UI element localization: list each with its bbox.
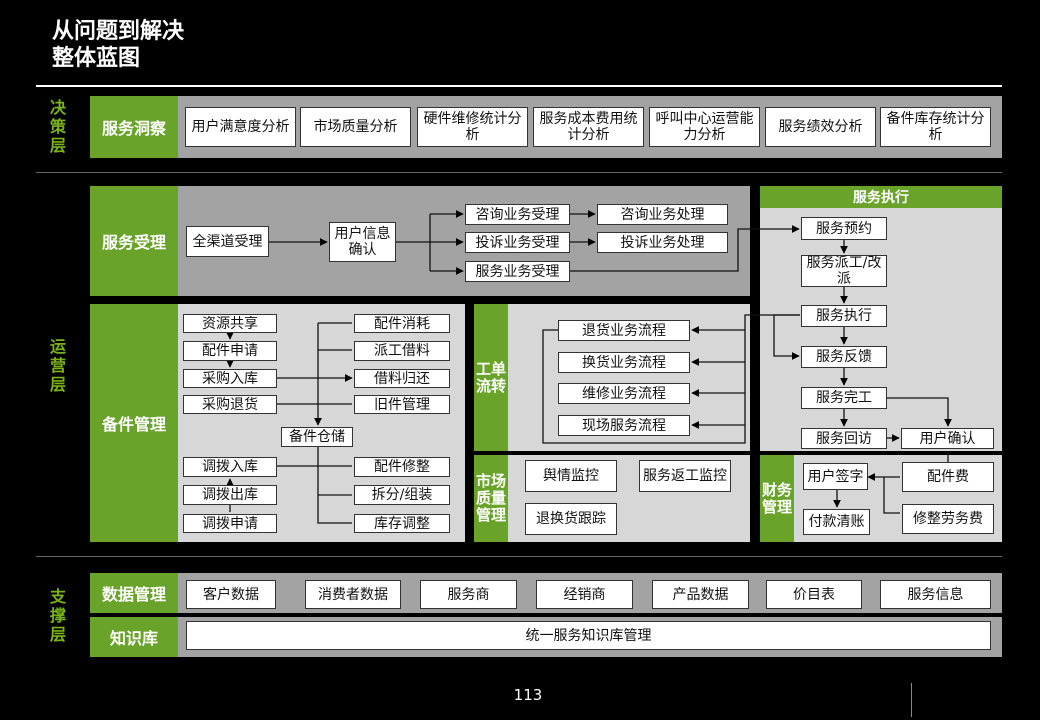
market-item: 服务返工监控 [639,460,731,492]
parts-item: 派工借料 [354,341,450,361]
footer-divider [911,683,912,717]
workorder-item: 现场服务流程 [558,415,690,436]
complaint-handle-box: 投诉业务处理 [597,232,728,253]
parts-item: 调拨入库 [183,457,277,477]
repair-fee-box: 修整劳务费 [902,504,994,534]
parts-item: 旧件管理 [354,395,450,414]
service-accept-box: 服务业务受理 [465,261,570,282]
market-item: 退换货跟踪 [525,503,617,535]
parts-item: 拆分/组装 [354,485,450,505]
data-item: 服务商 [420,580,517,609]
feedback-box: 服务反馈 [801,346,887,368]
parts-item: 库存调整 [354,514,450,533]
data-item: 客户数据 [186,580,276,609]
channel-acceptance-box: 全渠道受理 [186,226,269,257]
parts-item: 调拨出库 [183,485,277,505]
data-item: 服务信息 [880,580,991,609]
workorder-item: 维修业务流程 [558,383,690,404]
consult-accept-box: 咨询业务受理 [465,204,570,225]
dispatch-box: 服务派工/改派 [801,255,887,287]
consult-handle-box: 咨询业务处理 [597,204,728,225]
complete-box: 服务完工 [801,387,887,409]
appointment-box: 服务预约 [801,217,887,240]
market-item: 舆情监控 [525,460,617,492]
payment-box: 付款清账 [803,509,870,535]
workorder-item: 换货业务流程 [558,352,690,373]
complaint-accept-box: 投诉业务受理 [465,232,570,253]
knowledge-item: 统一服务知识库管理 [186,621,991,650]
parts-item: 采购退货 [183,395,277,414]
revisit-box: 服务回访 [801,428,887,449]
data-item: 价目表 [766,580,862,609]
parts-item: 资源共享 [183,314,277,333]
parts-item: 采购入库 [183,369,277,388]
user-confirm-info-box: 用户信息确认 [329,222,396,262]
warehouse-box: 备件仓储 [281,427,353,447]
parts-item: 配件消耗 [354,314,450,333]
parts-item: 配件修整 [354,457,450,477]
page-number: 113 [513,686,543,704]
data-item: 经销商 [536,580,633,609]
parts-fee-box: 配件费 [902,462,994,492]
parts-item: 借料归还 [354,369,450,388]
user-sign-box: 用户签字 [803,463,868,490]
data-item: 产品数据 [652,580,749,609]
data-item: 消费者数据 [305,580,401,609]
parts-item: 调拨申请 [183,514,277,533]
parts-item: 配件申请 [183,341,277,361]
workorder-item: 退货业务流程 [558,320,690,341]
user-confirm-box: 用户确认 [901,428,994,449]
execute-box: 服务执行 [801,305,887,327]
